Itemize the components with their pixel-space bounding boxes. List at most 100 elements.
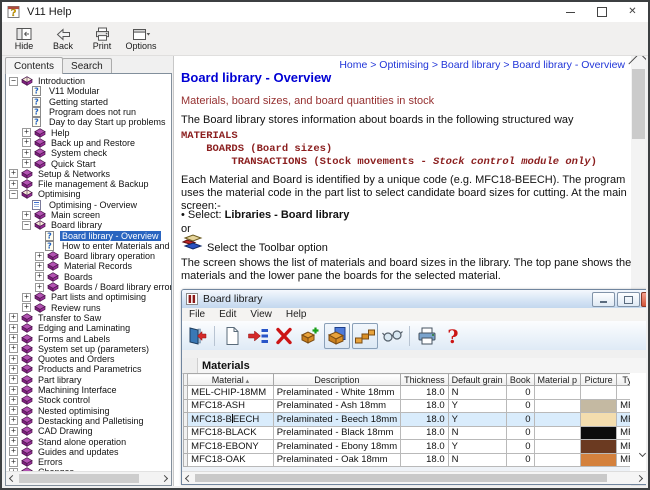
tree-item[interactable]: + Help	[6, 127, 171, 137]
tree-item[interactable]: + Edging and Laminating	[6, 323, 171, 333]
tree-item[interactable]: + System set up (parameters)	[6, 344, 171, 354]
tree-item[interactable]: +Back up and Restore	[6, 138, 171, 148]
tree-item-label[interactable]: Destacking and Palletising	[36, 416, 146, 426]
tree-item[interactable]: + Products and Parametrics	[6, 364, 171, 374]
expand-box-icon[interactable]: +	[9, 180, 18, 189]
tree-item[interactable]: ?Program does not run	[6, 107, 171, 117]
tree-item-label[interactable]: File management & Backup	[36, 179, 151, 189]
expand-box-icon[interactable]: +	[35, 272, 44, 281]
expand-box-icon[interactable]: +	[9, 334, 18, 343]
tree-item[interactable]: ?Getting started	[6, 97, 171, 107]
expand-box-icon[interactable]: +	[22, 303, 31, 312]
tree-item-label[interactable]: Errors	[36, 457, 65, 467]
tree-item-label[interactable]: Board library	[49, 220, 104, 230]
tree-item[interactable]: +Stand alone operation	[6, 436, 171, 446]
tree-item[interactable]: − Board library	[6, 220, 171, 230]
collapse-box-icon[interactable]: −	[9, 190, 18, 199]
tree-item[interactable]: +Stock control	[6, 395, 171, 405]
tree-item-label[interactable]: CAD Drawing	[36, 426, 95, 436]
expand-box-icon[interactable]: +	[9, 169, 18, 178]
tree-item-label[interactable]: Guides and updates	[36, 447, 121, 457]
expand-box-icon[interactable]: +	[9, 375, 18, 384]
hide-button[interactable]: Hide	[6, 24, 42, 54]
collapse-box-icon[interactable]: −	[22, 221, 31, 230]
expand-box-icon[interactable]: +	[9, 344, 18, 353]
tree-item[interactable]: + System check	[6, 148, 171, 158]
tree-item[interactable]: + Guides and updates	[6, 447, 171, 457]
collapse-box-icon[interactable]: −	[9, 77, 18, 86]
expand-box-icon[interactable]: +	[22, 149, 31, 158]
tree-item[interactable]: + Machining Interface	[6, 385, 171, 395]
expand-box-icon[interactable]: +	[9, 437, 18, 446]
expand-box-icon[interactable]: +	[9, 324, 18, 333]
tree-item[interactable]: Optimising - Overview	[6, 200, 171, 210]
tree-item-label[interactable]: Boards	[62, 272, 95, 282]
tree-item-label[interactable]: Transfer to Saw	[36, 313, 103, 323]
scroll-left-icon[interactable]	[6, 472, 19, 485]
scroll-right-icon[interactable]	[158, 472, 171, 485]
expand-box-icon[interactable]: +	[9, 406, 18, 415]
back-button[interactable]: Back	[45, 24, 81, 54]
tree-item-label[interactable]: Quick Start	[49, 159, 98, 169]
tree-item[interactable]: + Destacking and Palletising	[6, 416, 171, 426]
tree-item[interactable]: ?How to enter Materials and Bo	[6, 241, 171, 251]
tree-item[interactable]: + Nested optimising	[6, 406, 171, 416]
tree-item-label[interactable]: Review runs	[49, 303, 103, 313]
tree-item-label[interactable]: V11 Modular	[47, 86, 101, 96]
tree-scrollbar-thumb[interactable]	[19, 474, 139, 483]
tree-item-label[interactable]: Day to day Start up problems	[47, 117, 168, 127]
tree-item[interactable]: ?V11 Modular	[6, 86, 171, 96]
tree-item-label[interactable]: Stock control	[36, 395, 92, 405]
tree-item[interactable]: + Review runs	[6, 303, 171, 313]
tree-item[interactable]: + Part lists and optimising	[6, 292, 171, 302]
tree-item-label[interactable]: Boards / Board library errors	[62, 282, 171, 292]
tree-item-label[interactable]: Products and Parametrics	[36, 364, 144, 374]
tree-item-label[interactable]: Quotes and Orders	[36, 354, 117, 364]
tree-item[interactable]: + Main screen	[6, 210, 171, 220]
tab-contents[interactable]: Contents	[5, 57, 63, 74]
breadcrumb-link[interactable]: Board library - Overview	[512, 59, 625, 71]
tree-item-label[interactable]: How to enter Materials and Bo	[60, 241, 171, 251]
expand-box-icon[interactable]: +	[22, 293, 31, 302]
tree-item-label[interactable]: System set up (parameters)	[36, 344, 151, 354]
expand-box-icon[interactable]: +	[35, 283, 44, 292]
expand-box-icon[interactable]: +	[22, 159, 31, 168]
expand-box-icon[interactable]: +	[9, 365, 18, 374]
tree-item-label[interactable]: Program does not run	[47, 107, 138, 117]
tree-item[interactable]: + Material Records	[6, 261, 171, 271]
tree-item[interactable]: + Quick Start	[6, 158, 171, 168]
tree-item-label[interactable]: Optimising - Overview	[47, 200, 139, 210]
expand-box-icon[interactable]: +	[9, 386, 18, 395]
breadcrumb-link[interactable]: Optimising	[379, 59, 429, 71]
tree-item[interactable]: ?Board library - Overview	[6, 230, 171, 240]
tree-item-label[interactable]: Edging and Laminating	[36, 323, 132, 333]
expand-box-icon[interactable]: +	[35, 262, 44, 271]
tree-item-label[interactable]: Getting started	[47, 97, 110, 107]
close-button[interactable]: ✕	[617, 2, 648, 22]
tree-item-label[interactable]: Machining Interface	[36, 385, 119, 395]
expand-box-icon[interactable]: +	[9, 447, 18, 456]
expand-box-icon[interactable]: +	[9, 416, 18, 425]
tree-item-label[interactable]: Board library - Overview	[60, 231, 161, 241]
tree-item[interactable]: +Board library operation	[6, 251, 171, 261]
tree-item-label[interactable]: Help	[49, 128, 72, 138]
tree-item[interactable]: + Boards / Board library errors	[6, 282, 171, 292]
minimize-button[interactable]	[555, 2, 586, 22]
tree-item-label[interactable]: Nested optimising	[36, 406, 112, 416]
options-button[interactable]: Options	[123, 24, 159, 54]
tree-item-label[interactable]: Forms and Labels	[36, 334, 112, 344]
tree-item-label[interactable]: System check	[49, 148, 109, 158]
expand-box-icon[interactable]: +	[22, 128, 31, 137]
tree-item[interactable]: +Setup & Networks	[6, 169, 171, 179]
tree-item[interactable]: ?Day to day Start up problems	[6, 117, 171, 127]
tree-item[interactable]: + Forms and Labels	[6, 333, 171, 343]
tree-item[interactable]: + File management & Backup	[6, 179, 171, 189]
tree-item-label[interactable]: Optimising	[36, 189, 83, 199]
expand-box-icon[interactable]: +	[22, 211, 31, 220]
tree-item-label[interactable]: Material Records	[62, 261, 134, 271]
tree-item[interactable]: + Boards	[6, 272, 171, 282]
tree-item-label[interactable]: Main screen	[49, 210, 102, 220]
content-scrollbar-thumb[interactable]	[632, 69, 645, 139]
maximize-button[interactable]	[586, 2, 617, 22]
tree-item-label[interactable]: Part lists and optimising	[49, 292, 148, 302]
